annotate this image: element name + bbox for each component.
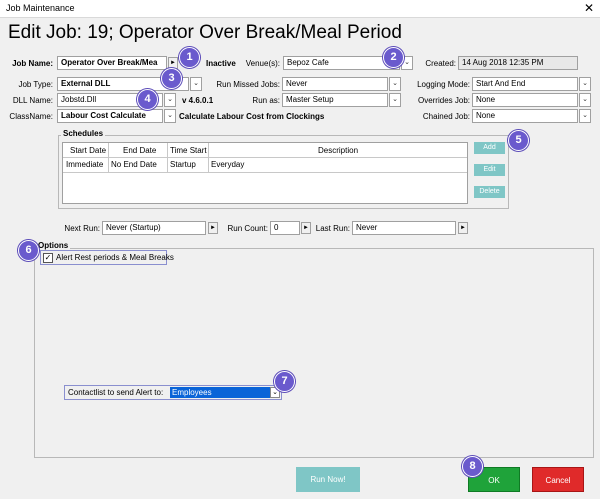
callout-2: 2 — [383, 47, 404, 68]
cancel-button[interactable]: Cancel — [532, 467, 584, 492]
next-run-arrow-icon[interactable]: ► — [208, 222, 218, 234]
callout-6: 6 — [18, 240, 39, 261]
page-title: Edit Job: 19; Operator Over Break/Meal P… — [8, 22, 402, 43]
version-label: v 4.6.0.1 — [182, 96, 214, 105]
options-title: Options — [36, 241, 71, 250]
column-header[interactable]: Start Date — [70, 146, 106, 155]
callout-5: 5 — [508, 130, 529, 151]
created-label: Created: — [425, 59, 456, 68]
venues-label: Venue(s): — [245, 59, 280, 68]
column-header[interactable]: End Date — [123, 146, 156, 155]
table-cell: Immediate — [66, 160, 104, 169]
classname-description: Calculate Labour Cost from Clockings — [179, 112, 325, 121]
dll-name-label: DLL Name: — [12, 96, 53, 105]
callout-1: 1 — [179, 47, 200, 68]
alert-checkbox-row[interactable]: ✓ Alert Rest periods & Meal Breaks — [40, 250, 174, 265]
last-run-label: Last Run: — [315, 224, 350, 233]
table-cell: Startup — [170, 160, 196, 169]
alert-checkbox-label: Alert Rest periods & Meal Breaks — [56, 253, 174, 262]
job-type-dropdown-icon[interactable]: ⌄ — [190, 77, 202, 91]
run-as-label: Run as: — [252, 96, 280, 105]
alert-checkbox[interactable]: ✓ — [43, 253, 53, 263]
job-type-label: Job Type: — [18, 80, 53, 89]
title-bar: Job Maintenance ✕ — [0, 0, 600, 18]
overrides-job-label: Overrides Job: — [417, 96, 470, 105]
job-name-input[interactable]: Operator Over Break/Mea — [57, 56, 167, 70]
edit-schedule-button[interactable]: Edit — [474, 164, 505, 176]
inactive-label: Inactive — [206, 59, 236, 68]
delete-schedule-button[interactable]: Delete — [474, 186, 505, 198]
column-header[interactable]: Description — [318, 146, 358, 155]
created-value: 14 Aug 2018 12:35 PM — [458, 56, 578, 70]
contactlist-select[interactable]: Employees — [170, 387, 270, 398]
run-as-dropdown-icon[interactable]: ⌄ — [389, 93, 401, 107]
options-group — [34, 248, 594, 458]
run-now-button[interactable]: Run Now! — [296, 467, 360, 492]
chained-job-label: Chained Job: — [422, 112, 470, 121]
run-missed-jobs-input[interactable]: Never — [282, 77, 388, 91]
logging-mode-label: Logging Mode: — [417, 80, 470, 89]
callout-8: 8 — [462, 456, 483, 477]
overrides-job-dropdown-icon[interactable]: ⌄ — [579, 93, 591, 107]
chained-job-input[interactable]: None — [472, 109, 578, 123]
callout-7: 7 — [274, 371, 295, 392]
callout-3: 3 — [161, 68, 182, 89]
table-cell: Everyday — [211, 160, 245, 169]
row-divider — [63, 172, 467, 173]
run-missed-jobs-dropdown-icon[interactable]: ⌄ — [389, 77, 401, 91]
logging-mode-input[interactable]: Start And End — [472, 77, 578, 91]
table-cell: No End Date — [111, 160, 157, 169]
run-as-input[interactable]: Master Setup — [282, 93, 388, 107]
callout-4: 4 — [137, 89, 158, 110]
add-schedule-button[interactable]: Add — [474, 142, 505, 154]
classname-label: ClassName: — [9, 112, 53, 121]
overrides-job-input[interactable]: None — [472, 93, 578, 107]
window-title: Job Maintenance — [6, 3, 75, 13]
last-run-value: Never — [352, 221, 456, 235]
last-run-arrow-icon[interactable]: ► — [458, 222, 468, 234]
classname-dropdown-icon[interactable]: ⌄ — [164, 109, 176, 123]
column-header[interactable]: Time Start — [170, 146, 207, 155]
job-name-label: Job Name: — [12, 59, 53, 68]
logging-mode-dropdown-icon[interactable]: ⌄ — [579, 77, 591, 91]
run-count-value: 0 — [270, 221, 300, 235]
contactlist-label: Contactlist to send Alert to: — [68, 388, 164, 397]
schedules-table[interactable]: Start Date End Date Time Start Descripti… — [62, 142, 468, 204]
classname-input[interactable]: Labour Cost Calculate — [57, 109, 163, 123]
run-count-arrow-icon[interactable]: ► — [301, 222, 311, 234]
close-icon[interactable]: ✕ — [584, 1, 594, 15]
dll-name-dropdown-icon[interactable]: ⌄ — [164, 93, 176, 107]
chained-job-dropdown-icon[interactable]: ⌄ — [579, 109, 591, 123]
schedules-title: Schedules — [61, 129, 106, 138]
run-count-label: Run Count: — [227, 224, 268, 233]
run-missed-jobs-label: Run Missed Jobs: — [216, 80, 280, 89]
next-run-label: Next Run: — [64, 224, 100, 233]
next-run-value: Never (Startup) — [102, 221, 206, 235]
contactlist-row: Contactlist to send Alert to: Employees … — [64, 385, 282, 400]
table-row[interactable]: Immediate No End Date Startup Everyday — [63, 158, 467, 172]
